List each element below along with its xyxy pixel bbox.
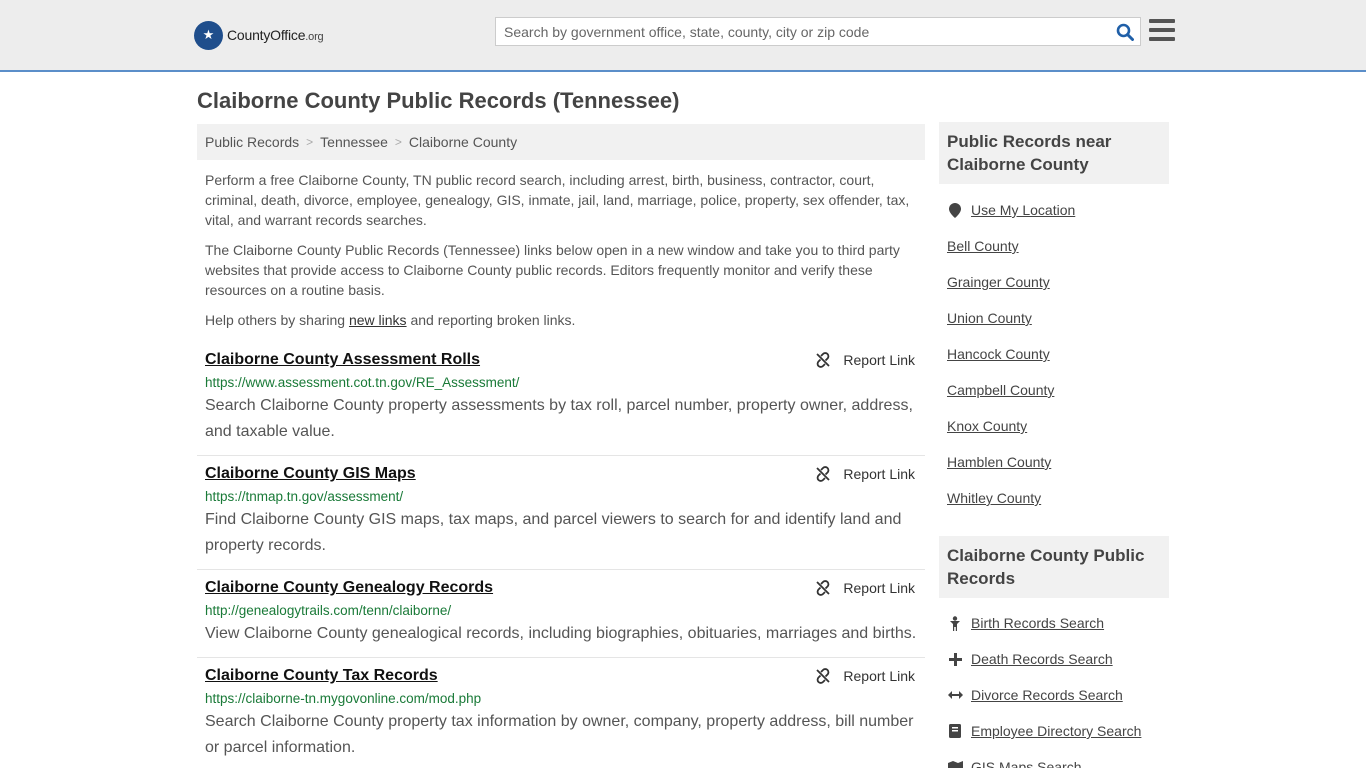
- intro-text: Perform a free Claiborne County, TN publ…: [205, 170, 920, 340]
- intro-paragraph-1: Perform a free Claiborne County, TN publ…: [205, 172, 910, 228]
- sidebar-item-label[interactable]: Whitley County: [947, 490, 1041, 506]
- sidebar-item-employee-directory[interactable]: Employee Directory Search: [947, 713, 1177, 749]
- sidebar-item-label[interactable]: Death Records Search: [971, 651, 1113, 667]
- breadcrumb-tennessee[interactable]: Tennessee: [320, 134, 388, 150]
- sidebar-item-birth-records[interactable]: Birth Records Search: [947, 605, 1177, 641]
- hamburger-menu-icon[interactable]: [1149, 19, 1175, 43]
- sidebar-item-label[interactable]: Hamblen County: [947, 454, 1051, 470]
- report-link-button[interactable]: Report Link: [815, 352, 915, 368]
- site-logo[interactable]: ★ CountyOffice.org: [194, 20, 324, 50]
- sidebar-near-list: Use My Location Bell County Grainger Cou…: [947, 192, 1177, 516]
- search-input[interactable]: [496, 18, 1110, 45]
- baby-icon: [947, 615, 963, 631]
- site-header: ★ CountyOffice.org: [0, 0, 1366, 72]
- sidebar-item-label[interactable]: Hancock County: [947, 346, 1050, 362]
- intro-paragraph-2: The Claiborne County Public Records (Ten…: [205, 242, 900, 298]
- breadcrumb: Public Records > Tennessee > Claiborne C…: [197, 124, 925, 160]
- record-title-link[interactable]: Claiborne County Assessment Rolls: [205, 350, 480, 370]
- arrows-horizontal-icon: [947, 687, 963, 703]
- intro-paragraph-3: Help others by sharing new links and rep…: [205, 312, 576, 328]
- breadcrumb-separator: >: [394, 135, 402, 149]
- search-icon[interactable]: [1110, 18, 1140, 45]
- report-link-label: Report Link: [843, 352, 915, 368]
- new-links-link[interactable]: new links: [349, 312, 407, 328]
- sidebar-item-label[interactable]: Campbell County: [947, 382, 1054, 398]
- record-description: View Claiborne County genealogical recor…: [205, 625, 917, 642]
- sidebar-records-list: Birth Records Search Death Records Searc…: [947, 605, 1177, 768]
- report-link-button[interactable]: Report Link: [815, 668, 915, 684]
- record-title-link[interactable]: Claiborne County GIS Maps: [205, 464, 416, 484]
- report-link-label: Report Link: [843, 668, 915, 684]
- sidebar-item-knox-county[interactable]: Knox County: [947, 408, 1177, 444]
- sidebar-item-label[interactable]: Divorce Records Search: [971, 687, 1123, 703]
- sidebar-item-use-my-location[interactable]: Use My Location: [947, 192, 1177, 228]
- report-link-label: Report Link: [843, 466, 915, 482]
- sidebar-item-label[interactable]: Bell County: [947, 238, 1019, 254]
- record-url: http://genealogytrails.com/tenn/claiborn…: [205, 603, 452, 618]
- record-title-link[interactable]: Claiborne County Genealogy Records: [205, 578, 493, 598]
- report-link-button[interactable]: Report Link: [815, 580, 915, 596]
- sidebar-item-hamblen-county[interactable]: Hamblen County: [947, 444, 1177, 480]
- sidebar-item-whitley-county[interactable]: Whitley County: [947, 480, 1177, 516]
- search-bar: [495, 17, 1141, 46]
- sidebar-item-campbell-county[interactable]: Campbell County: [947, 372, 1177, 408]
- sidebar-item-death-records[interactable]: Death Records Search: [947, 641, 1177, 677]
- sidebar-item-label[interactable]: GIS Maps Search: [971, 759, 1082, 768]
- page-title: Claiborne County Public Records (Tenness…: [197, 88, 680, 113]
- record-url: https://tnmap.tn.gov/assessment/: [205, 489, 404, 504]
- sidebar-item-label[interactable]: Union County: [947, 310, 1032, 326]
- broken-link-icon: [816, 352, 831, 368]
- record-item: Claiborne County Genealogy Records Repor…: [197, 570, 925, 658]
- records-list: Claiborne County Assessment Rolls Report…: [197, 342, 925, 768]
- sidebar-item-hancock-county[interactable]: Hancock County: [947, 336, 1177, 372]
- record-url: https://claiborne-tn.mygovonline.com/mod…: [205, 691, 482, 706]
- sidebar-item-label[interactable]: Employee Directory Search: [971, 723, 1141, 739]
- sidebar-item-grainger-county[interactable]: Grainger County: [947, 264, 1177, 300]
- sidebar-item-divorce-records[interactable]: Divorce Records Search: [947, 677, 1177, 713]
- broken-link-icon: [816, 668, 831, 684]
- cross-icon: [947, 651, 963, 667]
- sidebar-item-bell-county[interactable]: Bell County: [947, 228, 1177, 264]
- broken-link-icon: [816, 580, 831, 596]
- broken-link-icon: [816, 466, 831, 482]
- sidebar-item-union-county[interactable]: Union County: [947, 300, 1177, 336]
- sidebar-item-label[interactable]: Birth Records Search: [971, 615, 1104, 631]
- sidebar-records-title: Claiborne County Public Records: [939, 536, 1169, 598]
- book-icon: [947, 723, 963, 739]
- record-item: Claiborne County Assessment Rolls Report…: [197, 342, 925, 456]
- map-pin-icon: [947, 202, 963, 218]
- report-link-label: Report Link: [843, 580, 915, 596]
- record-item: Claiborne County GIS Maps Report Link ht…: [197, 456, 925, 570]
- record-item: Claiborne County Tax Records Report Link…: [197, 658, 925, 768]
- record-description: Find Claiborne County GIS maps, tax maps…: [205, 511, 902, 554]
- report-link-button[interactable]: Report Link: [815, 466, 915, 482]
- record-description: Search Claiborne County property assessm…: [205, 397, 913, 440]
- record-url: https://www.assessment.cot.tn.gov/RE_Ass…: [205, 375, 520, 390]
- sidebar-item-label[interactable]: Knox County: [947, 418, 1027, 434]
- sidebar-near-title: Public Records near Claiborne County: [939, 122, 1169, 184]
- record-description: Search Claiborne County property tax inf…: [205, 713, 914, 756]
- logo-text: CountyOffice.org: [227, 27, 324, 43]
- sidebar-item-gis-maps[interactable]: GIS Maps Search: [947, 749, 1177, 768]
- map-icon: [947, 759, 963, 768]
- breadcrumb-separator: >: [306, 135, 314, 149]
- breadcrumb-public-records[interactable]: Public Records: [205, 134, 299, 150]
- record-title-link[interactable]: Claiborne County Tax Records: [205, 666, 438, 686]
- seal-icon: ★: [194, 20, 223, 50]
- sidebar-item-label[interactable]: Use My Location: [971, 202, 1075, 218]
- breadcrumb-current: Claiborne County: [408, 134, 518, 150]
- sidebar-item-label[interactable]: Grainger County: [947, 274, 1050, 290]
